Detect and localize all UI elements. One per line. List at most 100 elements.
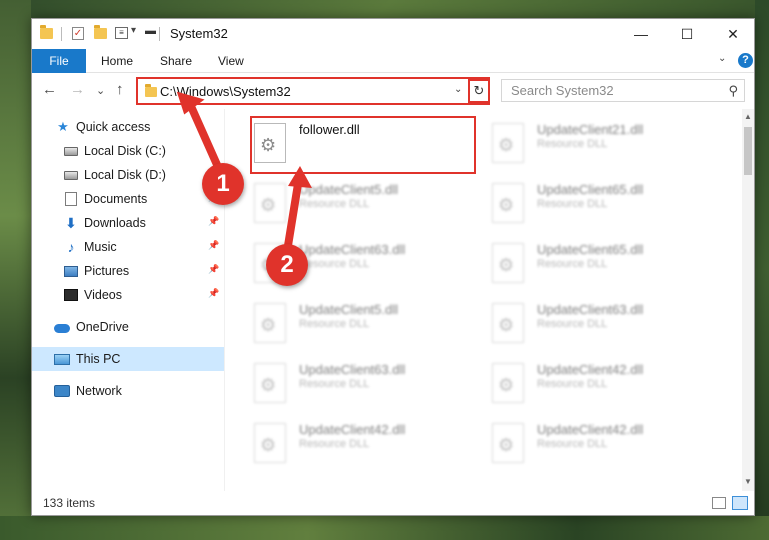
sidebar-item-label: Videos bbox=[84, 288, 122, 302]
sidebar-item-label: Music bbox=[84, 240, 117, 254]
file-item[interactable]: UpdateClient21.dll Resource DLL bbox=[464, 113, 694, 169]
desktop-background-right bbox=[755, 0, 769, 540]
sidebar-item-documents[interactable]: Documents 📌 bbox=[32, 187, 224, 211]
tab-view[interactable]: View bbox=[218, 49, 244, 73]
network-icon bbox=[54, 384, 70, 398]
dll-file-icon bbox=[254, 183, 286, 223]
scroll-down-icon[interactable]: ▼ bbox=[744, 477, 752, 486]
file-type: Resource DLL bbox=[537, 198, 608, 210]
sidebar-item-this-pc[interactable]: This PC bbox=[32, 347, 224, 371]
sidebar-item-onedrive[interactable]: OneDrive bbox=[32, 315, 224, 339]
search-icon[interactable]: ⚲ bbox=[728, 83, 738, 99]
title-separator bbox=[61, 27, 62, 41]
file-item[interactable]: UpdateClient63.dll Resource DLL bbox=[226, 353, 456, 409]
expand-ribbon-icon[interactable]: ⌄ bbox=[718, 53, 726, 64]
file-item[interactable]: UpdateClient65.dll Resource DLL bbox=[464, 173, 694, 229]
file-name: UpdateClient63.dll bbox=[537, 302, 644, 317]
details-view-icon[interactable] bbox=[712, 497, 726, 509]
sidebar-item-label: Quick access bbox=[76, 120, 151, 134]
file-name: UpdateClient42.dll bbox=[537, 362, 644, 377]
recent-locations-button[interactable]: ⌄ bbox=[96, 83, 105, 99]
sidebar-item-pictures[interactable]: Pictures 📌 bbox=[32, 259, 224, 283]
file-item[interactable]: UpdateClient65.dll Resource DLL bbox=[464, 233, 694, 289]
file-item[interactable]: UpdateClient42.dll Resource DLL bbox=[464, 353, 694, 409]
file-type: Resource DLL bbox=[299, 318, 370, 330]
qat-dropdown-icon[interactable]: ▾ bbox=[131, 25, 136, 36]
onedrive-icon bbox=[54, 320, 70, 334]
sidebar-item-local-disk-c[interactable]: Local Disk (C:) bbox=[32, 139, 224, 163]
tab-file[interactable]: File bbox=[32, 49, 86, 73]
refresh-button[interactable]: ↻ bbox=[468, 79, 490, 103]
back-button[interactable]: ← bbox=[42, 82, 57, 98]
disk-icon bbox=[64, 144, 78, 158]
customize-qat-icon[interactable]: ≡ bbox=[115, 27, 128, 39]
file-item[interactable]: UpdateClient5.dll Resource DLL bbox=[226, 173, 456, 229]
tab-share[interactable]: Share bbox=[160, 49, 192, 73]
address-path[interactable]: C:\Windows\System32 bbox=[160, 84, 291, 99]
disk-icon bbox=[64, 168, 78, 182]
sidebar-item-label: Documents bbox=[84, 192, 148, 206]
vertical-scrollbar[interactable]: ▲ ▼ bbox=[742, 109, 754, 491]
dll-file-icon bbox=[254, 303, 286, 343]
pin-icon[interactable]: 📌 bbox=[208, 264, 219, 275]
sidebar-item-downloads[interactable]: ⬇ Downloads 📌 bbox=[32, 211, 224, 235]
maximize-button[interactable]: ☐ bbox=[664, 19, 710, 49]
large-icons-view-icon[interactable] bbox=[732, 496, 748, 510]
properties-check-icon[interactable]: ✓ bbox=[72, 27, 84, 40]
file-item[interactable]: UpdateClient5.dll Resource DLL bbox=[226, 293, 456, 349]
dll-file-icon bbox=[254, 423, 286, 463]
file-explorer-window: ✓ ≡ ▾ ▬ System32 — ☐ ✕ File Home Share V… bbox=[31, 18, 755, 516]
file-type: Resource DLL bbox=[299, 378, 370, 390]
file-type: Resource DLL bbox=[537, 318, 608, 330]
ribbon-tabs: File Home Share View ⌄ ? bbox=[32, 49, 754, 73]
sidebar-item-label: Local Disk (D:) bbox=[84, 168, 166, 182]
file-type: Resource DLL bbox=[299, 438, 370, 450]
forward-button[interactable]: → bbox=[70, 82, 85, 98]
pin-icon[interactable]: 📌 bbox=[208, 240, 219, 251]
search-box[interactable]: Search System32 ⚲ bbox=[501, 79, 745, 102]
sidebar-item-music[interactable]: ♪ Music 📌 bbox=[32, 235, 224, 259]
address-bar[interactable]: C:\Windows\System32 ⌄ ↻ bbox=[136, 77, 490, 105]
dll-file-icon bbox=[492, 243, 524, 283]
dll-file-icon bbox=[492, 123, 524, 163]
close-button[interactable]: ✕ bbox=[710, 19, 756, 49]
scroll-up-icon[interactable]: ▲ bbox=[744, 112, 752, 121]
qat-arrow-icon[interactable]: ▬ bbox=[145, 25, 156, 37]
file-name: UpdateClient63.dll bbox=[299, 242, 406, 257]
file-type: Resource DLL bbox=[299, 198, 370, 210]
new-folder-icon[interactable] bbox=[94, 25, 107, 39]
file-name: UpdateClient5.dll bbox=[299, 182, 399, 197]
scroll-thumb[interactable] bbox=[744, 127, 752, 175]
file-item[interactable]: UpdateClient42.dll Resource DLL bbox=[226, 413, 456, 469]
callout-step-2: 2 bbox=[266, 244, 308, 286]
help-icon[interactable]: ? bbox=[738, 53, 753, 68]
up-button[interactable]: ↑ bbox=[116, 82, 124, 98]
sidebar-item-label: Downloads bbox=[84, 216, 146, 230]
address-dropdown-icon[interactable]: ⌄ bbox=[454, 84, 462, 95]
file-type: Resource DLL bbox=[537, 138, 608, 150]
pin-icon[interactable]: 📌 bbox=[208, 216, 219, 227]
item-count: 133 items bbox=[43, 496, 96, 510]
sidebar-item-quick-access[interactable]: ★ Quick access bbox=[32, 115, 224, 139]
minimize-button[interactable]: — bbox=[618, 19, 664, 49]
sidebar-item-local-disk-d[interactable]: Local Disk (D:) bbox=[32, 163, 224, 187]
sidebar-item-videos[interactable]: Videos 📌 bbox=[32, 283, 224, 307]
search-input[interactable]: Search System32 bbox=[511, 83, 614, 98]
file-item[interactable]: UpdateClient42.dll Resource DLL bbox=[464, 413, 694, 469]
file-name: UpdateClient42.dll bbox=[537, 422, 644, 437]
desktop-background-left bbox=[0, 0, 31, 540]
file-item[interactable]: UpdateClient63.dll Resource DLL bbox=[226, 233, 456, 289]
folder-icon bbox=[145, 84, 157, 97]
title-separator bbox=[159, 27, 160, 41]
videos-icon bbox=[64, 288, 78, 302]
file-item[interactable]: UpdateClient63.dll Resource DLL bbox=[464, 293, 694, 349]
callout-step-1: 1 bbox=[202, 163, 244, 205]
sidebar-item-network[interactable]: Network bbox=[32, 379, 224, 403]
sidebar-item-label: Pictures bbox=[84, 264, 130, 278]
file-name: UpdateClient42.dll bbox=[299, 422, 406, 437]
dll-file-icon bbox=[254, 363, 286, 403]
this-pc-icon bbox=[54, 352, 70, 366]
tab-home[interactable]: Home bbox=[101, 49, 133, 73]
pin-icon[interactable]: 📌 bbox=[208, 288, 219, 299]
dll-file-icon bbox=[492, 423, 524, 463]
